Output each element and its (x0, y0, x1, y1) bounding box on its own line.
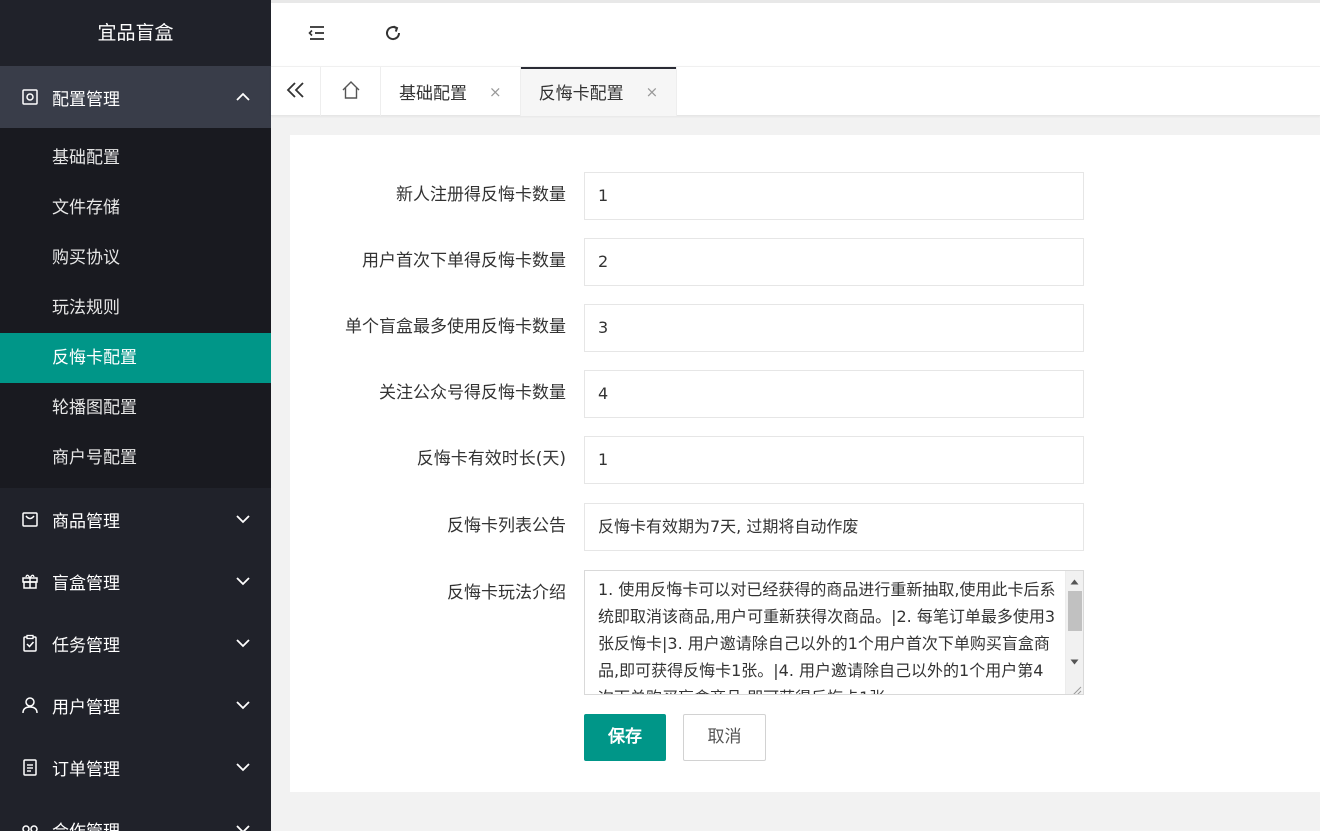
first-order-cards-input[interactable]: 2 (584, 238, 1084, 286)
config-form-panel: 新人注册得反悔卡数量 1 用户首次下单得反悔卡数量 2 单个盲盒最多使用反悔卡数… (290, 135, 1320, 792)
menu-label: 配置管理 (52, 89, 120, 110)
sidebar-item-banner-config[interactable]: 轮播图配置 (0, 383, 271, 433)
sidebar-item-merchant-config[interactable]: 商户号配置 (0, 433, 271, 483)
tab-home[interactable] (321, 67, 381, 116)
form-row-new-user-cards: 新人注册得反悔卡数量 1 (290, 172, 1084, 220)
chevron-down-icon (235, 635, 251, 651)
field-label: 反悔卡玩法介绍 (447, 583, 566, 603)
chevron-down-icon (235, 511, 251, 527)
field-label: 用户首次下单得反悔卡数量 (362, 251, 566, 271)
resize-grip-icon[interactable] (1068, 679, 1082, 694)
bag-icon (20, 509, 40, 529)
submenu-config: 基础配置 文件存储 购买协议 玩法规则 反悔卡配置 轮播图配置 商户号配置 (0, 128, 271, 488)
intro-text: 1. 使用反悔卡可以对已经获得的商品进行重新抽取,使用此卡后系统即取消该商品,用… (598, 580, 1056, 694)
field-label: 新人注册得反悔卡数量 (396, 185, 566, 205)
menu-label: 用户管理 (52, 697, 120, 718)
field-label: 单个盲盒最多使用反悔卡数量 (345, 317, 566, 337)
chevron-down-icon (235, 573, 251, 589)
sidebar-item-purchase-agreement[interactable]: 购买协议 (0, 233, 271, 283)
tabs-scroll-left-button[interactable] (271, 67, 321, 116)
handshake-icon (20, 819, 40, 831)
indent-icon (307, 24, 327, 46)
scroll-up-arrow-icon[interactable] (1066, 573, 1083, 590)
form-row-follow-cards: 关注公众号得反悔卡数量 4 (290, 370, 1084, 418)
menu-label: 盲盒管理 (52, 573, 120, 594)
collapse-menu-button[interactable] (293, 11, 341, 59)
tab-regret-card-config[interactable]: 反悔卡配置 × (520, 67, 678, 116)
form-row-first-order-cards: 用户首次下单得反悔卡数量 2 (290, 238, 1084, 286)
chevron-down-icon (235, 697, 251, 713)
sidebar-item-file-storage[interactable]: 文件存储 (0, 183, 271, 233)
menu-label: 合作管理 (52, 817, 235, 831)
cancel-button[interactable]: 取消 (683, 714, 766, 761)
sidebar: 宜品盲盒 配置管理 基础配置 文件存储 购买协议 玩法规则 反悔卡配置 轮播图配… (0, 0, 271, 831)
list-notice-input[interactable]: 反悔卡有效期为7天, 过期将自动作废 (584, 503, 1084, 551)
scroll-down-arrow-icon[interactable] (1066, 653, 1083, 670)
home-icon (341, 80, 361, 104)
menu-goods-management[interactable]: 商品管理 (0, 488, 271, 550)
menu-user-management[interactable]: 用户管理 (0, 674, 271, 736)
field-label: 反悔卡列表公告 (447, 516, 566, 536)
chevron-down-icon (235, 821, 251, 831)
menu-label: 任务管理 (52, 635, 120, 656)
gift-icon (20, 571, 40, 591)
top-header (271, 0, 1320, 66)
chevron-up-icon (235, 89, 251, 105)
tab-label: 反悔卡配置 (538, 84, 624, 104)
menu-order-management[interactable]: 订单管理 (0, 736, 271, 798)
sidebar-item-regret-card-config[interactable]: 反悔卡配置 (0, 333, 271, 383)
follow-account-cards-input[interactable]: 4 (584, 370, 1084, 418)
form-row-max-cards-per-box: 单个盲盒最多使用反悔卡数量 3 (290, 304, 1084, 352)
chevron-down-icon (235, 759, 251, 775)
refresh-button[interactable] (369, 11, 417, 59)
close-icon[interactable]: × (489, 83, 502, 101)
tab-basic-config[interactable]: 基础配置 × (381, 67, 521, 116)
menu-label: 订单管理 (52, 759, 120, 780)
textarea-scrollbar[interactable] (1065, 571, 1083, 694)
menu-label: 商品管理 (52, 511, 120, 532)
close-icon[interactable]: × (646, 83, 659, 101)
tab-label: 基础配置 (399, 84, 467, 104)
tabs-bar: 基础配置 × 反悔卡配置 × (271, 66, 1320, 116)
new-user-cards-input[interactable]: 1 (584, 172, 1084, 220)
double-chevron-left-icon (286, 81, 306, 103)
scrollbar-thumb[interactable] (1068, 591, 1082, 631)
gear-box-icon (20, 87, 40, 107)
form-row-valid-days: 反悔卡有效时长(天) 1 (290, 436, 1084, 484)
form-row-intro: 反悔卡玩法介绍 1. 使用反悔卡可以对已经获得的商品进行重新抽取,使用此卡后系统… (290, 570, 1084, 695)
app-logo: 宜品盲盒 (0, 0, 271, 66)
menu-config-management[interactable]: 配置管理 (0, 66, 271, 128)
menu-blindbox-management[interactable]: 盲盒管理 (0, 550, 271, 612)
save-button[interactable]: 保存 (584, 714, 666, 761)
menu-partner-management[interactable]: 合作管理 (0, 798, 271, 831)
max-cards-per-box-input[interactable]: 3 (584, 304, 1084, 352)
user-icon (20, 695, 40, 715)
intro-textarea[interactable]: 1. 使用反悔卡可以对已经获得的商品进行重新抽取,使用此卡后系统即取消该商品,用… (584, 570, 1084, 695)
form-row-list-notice: 反悔卡列表公告 反悔卡有效期为7天, 过期将自动作废 (290, 503, 1084, 551)
menu-group-config: 配置管理 基础配置 文件存储 购买协议 玩法规则 反悔卡配置 轮播图配置 商户号… (0, 66, 271, 488)
valid-days-input[interactable]: 1 (584, 436, 1084, 484)
field-label: 关注公众号得反悔卡数量 (379, 383, 566, 403)
sidebar-item-game-rules[interactable]: 玩法规则 (0, 283, 271, 333)
sidebar-item-basic-config[interactable]: 基础配置 (0, 133, 271, 183)
field-label: 反悔卡有效时长(天) (416, 449, 566, 469)
menu-task-management[interactable]: 任务管理 (0, 612, 271, 674)
refresh-icon (383, 23, 403, 47)
order-icon (20, 757, 40, 777)
clipboard-check-icon (20, 633, 40, 653)
